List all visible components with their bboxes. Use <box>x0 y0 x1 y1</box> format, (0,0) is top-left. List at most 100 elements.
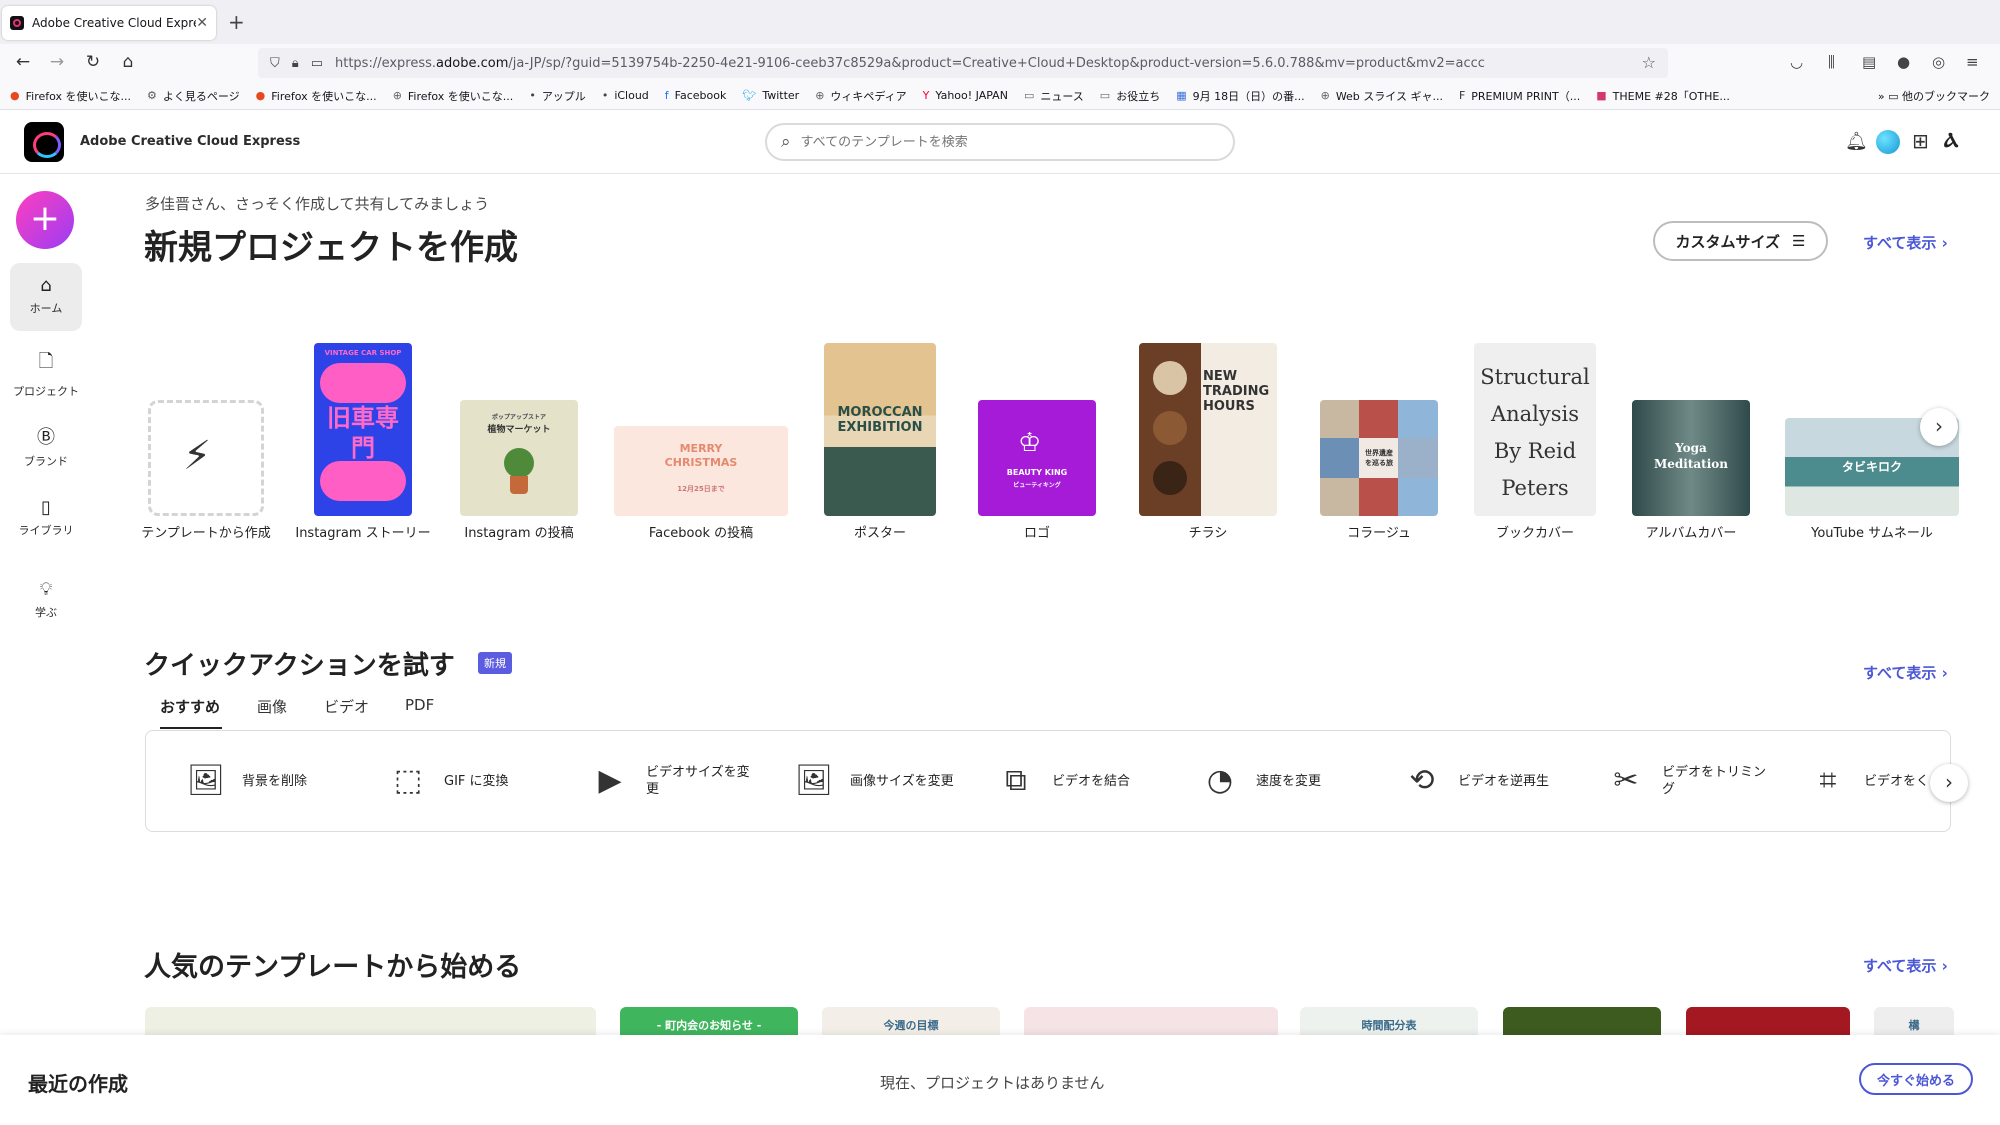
thumb-text: NEW TRADING HOURS <box>1203 369 1270 414</box>
bolt-document-icon: ⚡︎ <box>183 433 212 479</box>
template-card-poster[interactable]: MOROCCAN EXHIBITION ポスター <box>824 343 936 541</box>
sidebar-icon[interactable]: ▤ <box>1862 53 1876 71</box>
bookmark-item[interactable]: • アップル <box>529 88 586 104</box>
rail-item-learn[interactable]: 💡︎ 学ぶ <box>10 567 82 635</box>
bell-icon[interactable]: 🔔︎ <box>1845 131 1868 152</box>
popular-template-card[interactable] <box>145 1007 596 1037</box>
bookmark-item[interactable]: ▦ 9月 18日（日）の番... <box>1176 88 1304 104</box>
tab-video[interactable]: ビデオ <box>324 696 369 717</box>
chevron-right-icon[interactable]: › <box>1930 764 1968 802</box>
popular-template-card[interactable]: 今週の目標 <box>822 1007 1000 1037</box>
bookmark-item[interactable]: ⊕ ウィキペディア <box>815 88 906 104</box>
bookmark-item[interactable]: ▭ お役立ち <box>1100 88 1160 104</box>
bookmark-item[interactable]: ⊕ Firefox を使いこな... <box>393 88 514 104</box>
reload-icon[interactable]: ↻ <box>82 52 104 72</box>
create-button[interactable]: + <box>16 191 74 249</box>
see-all-quick-actions-link[interactable]: すべて表示 › <box>1863 662 1948 683</box>
video-reverse-icon: ⟲ <box>1409 763 1435 798</box>
cc-express-logo-icon[interactable] <box>24 122 64 162</box>
bookmark-item[interactable]: ● Firefox を使いこな... <box>10 88 131 104</box>
extension-icon[interactable]: ● <box>1897 53 1910 71</box>
custom-size-button[interactable]: カスタムサイズ ☰ <box>1653 221 1828 261</box>
back-icon[interactable]: ← <box>12 52 34 72</box>
bookmark-item[interactable]: ■ THEME #28「OTHE... <box>1596 88 1730 104</box>
library-browser-icon[interactable]: ⫼ <box>1828 53 1835 71</box>
chevron-right-icon[interactable]: › <box>1920 408 1958 446</box>
menu-icon[interactable]: ≡ <box>1966 53 1979 71</box>
template-card-album-cover[interactable]: Yoga Meditation アルバムカバー <box>1632 400 1750 541</box>
quick-action-trim-video[interactable]: ✂︎ ビデオをトリミング <box>1604 759 1772 803</box>
bookmark-item[interactable]: 🐦︎ Twitter <box>742 89 799 102</box>
thumb-text: MOROCCAN EXHIBITION <box>837 405 923 435</box>
tab-recommended[interactable]: おすすめ <box>160 696 220 717</box>
popular-template-card[interactable]: - 町内会のお知らせ - <box>620 1007 798 1037</box>
quick-action-change-speed[interactable]: ◔ 速度を変更 <box>1198 759 1366 803</box>
quick-action-merge-video[interactable]: ⧉ ビデオを結合 <box>994 759 1162 803</box>
thumb-text: タビキロク <box>1841 460 1902 474</box>
template-card-facebook-post[interactable]: MERRY CHRISTMAS 12月25日まで Facebook の投稿 <box>614 426 788 541</box>
url-bar[interactable]: ⛉ 🔒︎ ▭ https://express.adobe.com/ja-JP/s… <box>258 48 1668 78</box>
quick-action-convert-gif[interactable]: ⬚ GIF に変換 <box>386 759 554 803</box>
bookmark-star-icon[interactable]: ☆ <box>1642 53 1656 72</box>
popular-template-card[interactable]: 時間配分表 <box>1300 1007 1478 1037</box>
facebook-icon: f <box>664 89 669 102</box>
see-all-templates-link[interactable]: すべて表示 › <box>1863 232 1948 253</box>
bookmark-item[interactable]: f Facebook <box>665 89 727 102</box>
rail-item-brand[interactable]: Ⓑ ブランド <box>10 411 82 479</box>
template-search[interactable]: ⌕ <box>765 123 1235 161</box>
search-input[interactable] <box>800 134 1201 150</box>
rail-item-home[interactable]: ⌂ ホーム <box>10 263 82 331</box>
tab-pdf[interactable]: PDF <box>405 696 434 714</box>
thumb-subtext: ビューティキング <box>1013 482 1061 489</box>
template-card-book-cover[interactable]: Structural Analysis By Reid Peters ブックカバ… <box>1474 343 1596 541</box>
popular-template-card[interactable] <box>1024 1007 1278 1037</box>
rail-item-library[interactable]: ▯ ライブラリ <box>10 485 82 553</box>
popular-template-card[interactable] <box>1503 1007 1661 1037</box>
permissions-icon[interactable]: ▭ <box>311 56 323 71</box>
url-text[interactable]: https://express.adobe.com/ja-JP/sp/?guid… <box>335 56 1485 71</box>
adobe-icon[interactable]: Ⲁ <box>1944 128 1958 152</box>
shield-icon[interactable]: ⛉ <box>270 56 280 71</box>
bookmark-item[interactable]: ▭ ニュース <box>1024 88 1084 104</box>
template-card-instagram-story[interactable]: VINTAGE CAR SHOP 旧車専門 Instagram ストーリー <box>295 343 431 541</box>
quick-action-resize-image[interactable]: 🖼︎ 画像サイズを変更 <box>792 759 960 803</box>
see-all-label: すべて表示 <box>1863 234 1937 252</box>
see-all-popular-link[interactable]: すべて表示 › <box>1863 955 1948 976</box>
lock-icon[interactable]: 🔒︎ <box>292 56 299 71</box>
popular-template-text: 今週の目標 <box>883 1019 939 1032</box>
apps-grid-icon[interactable]: ⊞ <box>1912 129 1929 153</box>
template-card-collage[interactable]: 世界遺産を巡る旅 コラージュ <box>1320 400 1438 541</box>
recent-creations-bar: 最近の作成 現在、プロジェクトはありません 今すぐ始める <box>0 1035 2000 1125</box>
quick-action-remove-background[interactable]: 🖼︎ 背景を削除 <box>184 759 352 803</box>
bookmark-item[interactable]: ⊕ Web スライス ギャ... <box>1321 88 1443 104</box>
bookmark-item[interactable]: • iCloud <box>602 89 649 102</box>
template-card-flyer[interactable]: NEW TRADING HOURS チラシ <box>1139 343 1277 541</box>
popular-template-card[interactable]: 構 <box>1874 1007 1954 1037</box>
account-icon[interactable]: ◎ <box>1932 53 1945 71</box>
start-now-button[interactable]: 今すぐ始める <box>1859 1063 1973 1095</box>
close-tab-icon[interactable]: ✕ <box>196 15 208 31</box>
other-bookmarks-folder[interactable]: » ▭ 他のブックマーク <box>1878 88 1990 104</box>
new-tab-icon[interactable]: + <box>228 10 245 34</box>
quick-action-reverse-video[interactable]: ⟲ ビデオを逆再生 <box>1400 759 1568 803</box>
template-card-logo[interactable]: ♔ BEAUTY KING ビューティキング ロゴ <box>978 400 1096 541</box>
other-bookmarks-label: 他のブックマーク <box>1902 90 1990 103</box>
bookmark-item[interactable]: Y Yahoo! JAPAN <box>923 89 1008 102</box>
home-browser-icon[interactable]: ⌂ <box>117 52 139 72</box>
bookmark-item[interactable]: F PREMIUM PRINT（... <box>1459 88 1580 104</box>
quick-action-resize-video[interactable]: ▶︎ ビデオサイズを変更 <box>588 759 756 803</box>
rail-item-projects[interactable]: 🗋︎ プロジェクト <box>10 337 82 405</box>
avatar[interactable] <box>1876 130 1900 154</box>
popular-template-card[interactable] <box>1686 1007 1850 1037</box>
bookmark-item[interactable]: ⚙ よく見るページ <box>147 88 240 104</box>
tab-image[interactable]: 画像 <box>257 696 287 717</box>
bookmark-item[interactable]: ● Firefox を使いこな... <box>256 88 377 104</box>
browser-tab[interactable]: Adobe Creative Cloud Express ✕ <box>2 6 216 40</box>
forward-icon[interactable]: → <box>46 52 68 72</box>
template-card-instagram-post[interactable]: ポップアップストア 植物マーケット Instagram の投稿 <box>460 400 578 541</box>
template-label: ポスター <box>853 526 906 541</box>
template-card-from-template[interactable]: ⚡︎ テンプレートから作成 <box>141 400 271 541</box>
pocket-icon[interactable]: ◡ <box>1790 53 1803 71</box>
app-header: Adobe Creative Cloud Express ⌕ 🔔︎ ⊞ Ⲁ <box>0 110 2000 174</box>
bookmark-label: アップル <box>541 89 586 103</box>
